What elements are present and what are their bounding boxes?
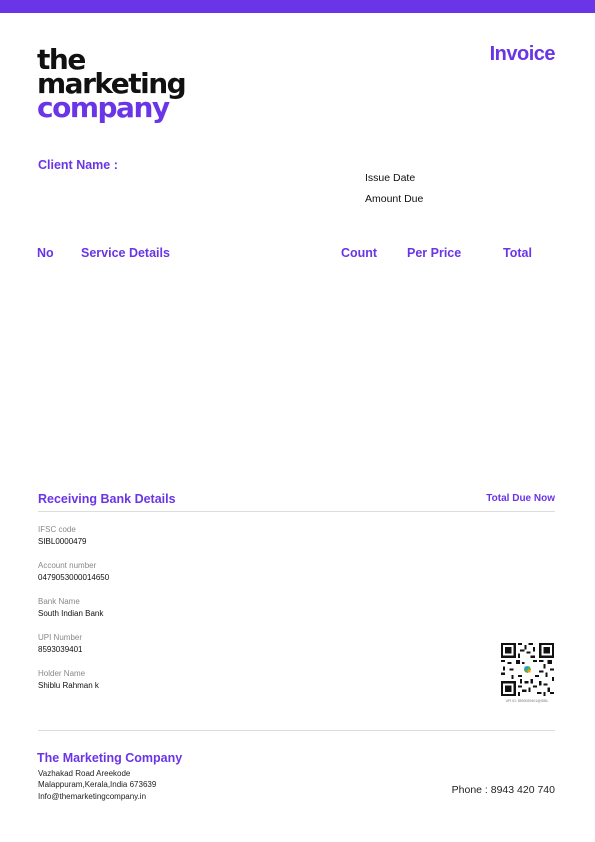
- field-value: 0479053000014650: [38, 573, 110, 582]
- field-value: Shiblu Rahman k: [38, 681, 99, 690]
- amount-due-label: Amount Due: [365, 193, 424, 205]
- field-value: South Indian Bank: [38, 609, 104, 618]
- email-address: Info@themarketingcompany.in: [38, 792, 147, 801]
- field-label: Holder Name: [38, 669, 86, 678]
- divider: [38, 730, 555, 731]
- col-header-service-details: Service Details: [81, 246, 170, 260]
- field-value: SIBL0000479: [38, 537, 87, 546]
- bank-field-upi-number: UPI Number 8593039401: [38, 633, 83, 654]
- field-label: Bank Name: [38, 597, 80, 606]
- top-accent-bar: [0, 0, 595, 13]
- issue-date-label: Issue Date: [365, 172, 416, 184]
- col-header-per-price: Per Price: [407, 246, 462, 260]
- address-line: Malappuram,Kerala,India 673639: [38, 780, 157, 789]
- company-logo: the marketing company: [37, 45, 187, 125]
- field-label: Account number: [38, 561, 97, 570]
- divider: [38, 511, 555, 512]
- field-label: IFSC code: [38, 525, 76, 534]
- total-due-label: Total Due Now: [486, 493, 555, 504]
- bank-field-ifsc: IFSC code SIBL0000479: [38, 525, 87, 546]
- field-label: UPI Number: [38, 633, 83, 642]
- bank-details-title: Receiving Bank Details: [38, 492, 176, 506]
- col-header-no: No: [37, 246, 54, 260]
- col-header-total: Total: [503, 246, 532, 260]
- footer-company-name: The Marketing Company: [37, 751, 183, 765]
- qr-code-icon: [501, 643, 554, 696]
- field-value: 8593039401: [38, 645, 83, 654]
- bank-field-account-number: Account number 0479053000014650: [38, 561, 109, 582]
- invoice-title: Invoice: [489, 43, 556, 65]
- phone-number: Phone : 8943 420 740: [451, 784, 555, 796]
- bank-field-bank-name: Bank Name South Indian Bank: [38, 597, 103, 618]
- qr-caption: UPI ID: 8593039401@SIBL: [505, 699, 549, 703]
- client-name-label: Client Name :: [38, 158, 118, 172]
- bank-field-holder-name: Holder Name Shiblu Rahman k: [38, 669, 99, 690]
- logo-line-company: company: [37, 91, 170, 125]
- address-line: Vazhakad Road Areekode: [38, 769, 131, 778]
- col-header-count: Count: [341, 246, 378, 260]
